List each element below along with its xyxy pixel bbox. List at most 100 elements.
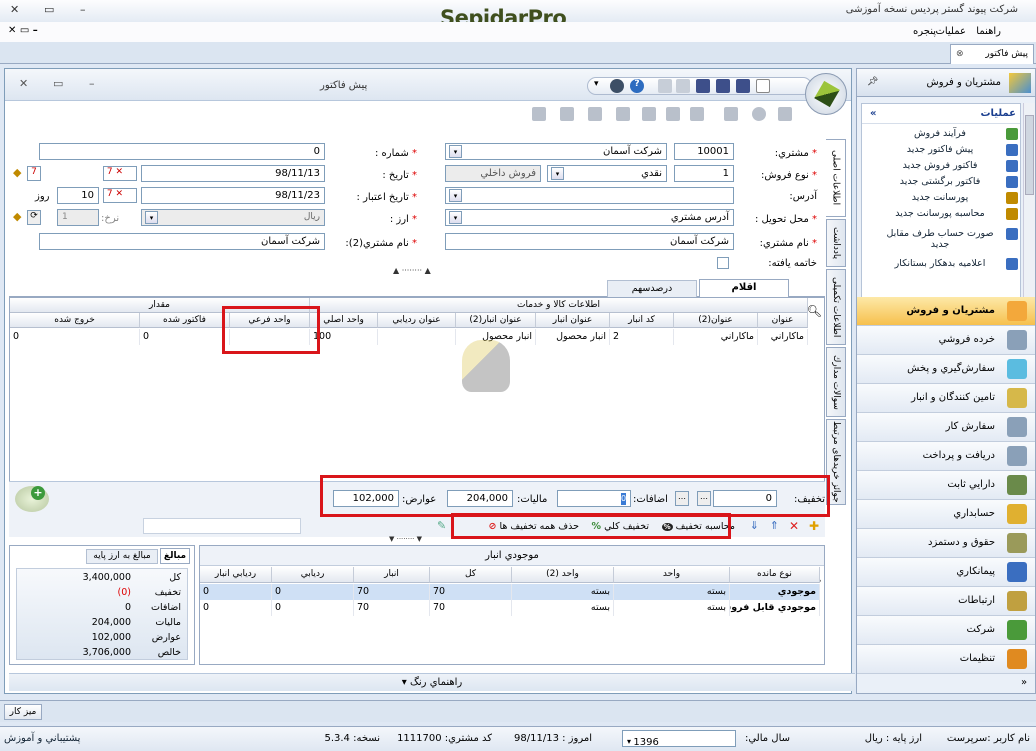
close-icon[interactable]: ✕: [10, 3, 19, 16]
stock-cell[interactable]: موجودي: [730, 584, 820, 600]
expand-icon[interactable]: »: [1021, 677, 1027, 688]
grid-cell[interactable]: 0: [10, 329, 140, 345]
grid-cell[interactable]: ماکاراني: [674, 329, 758, 345]
next-record-icon[interactable]: [588, 107, 602, 121]
customer-code-input[interactable]: 10001: [674, 143, 734, 160]
grid-header-1[interactable]: عنوان(2): [674, 313, 758, 328]
grid-header-6[interactable]: واحد اصلي: [310, 313, 378, 328]
delete-icon[interactable]: [752, 107, 766, 121]
sale-type-code-input[interactable]: 1: [674, 165, 734, 182]
stock-header-1[interactable]: واحد: [614, 567, 730, 583]
help-icon[interactable]: ?: [630, 79, 644, 93]
close-icon[interactable]: ✕: [19, 77, 28, 90]
sidebar-item-1[interactable]: خرده فروشي: [857, 326, 1035, 355]
date-input[interactable]: 98/11/13: [141, 165, 325, 182]
chevron-down-icon[interactable]: ▾: [145, 211, 158, 224]
chevron-up-icon[interactable]: »: [862, 108, 876, 119]
chevron-down-icon[interactable]: ▾: [449, 211, 462, 224]
document-tab[interactable]: پیش فاکتور ⊗: [950, 44, 1034, 64]
sidebar-item-12[interactable]: تنظيمات: [857, 645, 1035, 674]
stock-cell[interactable]: 0: [200, 584, 272, 600]
stock-cell[interactable]: بسته: [614, 584, 730, 600]
list-icon[interactable]: [778, 107, 792, 121]
days-input[interactable]: 10: [57, 187, 99, 204]
stock-cell[interactable]: 70: [430, 584, 512, 600]
vertical-scrollbar[interactable]: [1023, 103, 1035, 301]
collapse-splitter[interactable]: ▼ ········ ▼: [389, 535, 422, 543]
stock-cell[interactable]: 70: [430, 600, 512, 616]
grid-cell[interactable]: 2: [610, 329, 674, 345]
move-down-icon[interactable]: ⇓: [750, 519, 759, 532]
stock-cell[interactable]: 0: [272, 600, 354, 616]
stock-header-5[interactable]: رديابي: [272, 567, 354, 583]
clock-icon[interactable]: [610, 79, 624, 93]
close-icon[interactable]: ⊗: [956, 49, 964, 59]
desk-button[interactable]: ميز كار: [4, 704, 42, 720]
sidebar-item-3[interactable]: تامين کنندگان و انبار: [857, 384, 1035, 413]
calendar-icon[interactable]: 7: [27, 166, 41, 181]
number-input[interactable]: 0: [39, 143, 325, 160]
operation-link[interactable]: صورت حساب طرف مقابل جديد: [880, 228, 1018, 250]
search-record-icon[interactable]: [666, 107, 680, 121]
grid-cell[interactable]: [378, 329, 456, 345]
sale-type-select[interactable]: نقدي: [547, 165, 667, 182]
closing-checkbox[interactable]: [717, 257, 729, 269]
menu-operations[interactable]: عمليات: [935, 26, 966, 37]
grid-cell[interactable]: انبار محصول: [536, 329, 610, 345]
stock-cell[interactable]: بسته: [512, 584, 614, 600]
support-link[interactable]: پشتيباني و آموزش: [4, 733, 80, 744]
stock-cell[interactable]: 0: [200, 600, 272, 616]
grid-header-3[interactable]: عنوان انبار: [536, 313, 610, 328]
stock-header-6[interactable]: رديابي انبار: [200, 567, 272, 583]
search-icon[interactable]: 🔍︎: [807, 304, 822, 318]
customer-name-input[interactable]: شرکت آسمان: [445, 143, 667, 160]
dropdown-icon[interactable]: ▾: [594, 79, 608, 93]
stock-header-4[interactable]: انبار: [354, 567, 430, 583]
delete-row-icon[interactable]: ✕: [789, 519, 799, 533]
collapse-splitter[interactable]: ▲ ········ ▲: [393, 266, 431, 275]
operation-link[interactable]: اعلاميه بدهکار بستانکار: [880, 258, 1018, 270]
chevron-down-icon[interactable]: ▾: [449, 145, 462, 158]
vtab-main-info[interactable]: اطلاعات اصلی: [826, 139, 846, 217]
sepidar-logo-icon[interactable]: [805, 73, 847, 115]
color-guide-bar[interactable]: راهنماي رنگ ▾: [9, 673, 855, 691]
new-record-icon[interactable]: [724, 107, 738, 121]
sidebar-item-8[interactable]: حقوق و دستمزد: [857, 529, 1035, 558]
fiscal-year-select[interactable]: ▾ 1396: [622, 730, 736, 748]
add-row-icon[interactable]: ✚: [809, 519, 819, 533]
operation-link[interactable]: فاکتور فروش جدید: [880, 160, 1018, 172]
copy-icon[interactable]: [676, 79, 690, 93]
restore-icon[interactable]: ▭: [44, 3, 54, 16]
grid-header-8[interactable]: فاكتور شده: [140, 313, 230, 328]
move-up-icon[interactable]: ⇑: [770, 519, 779, 532]
grid-header-4[interactable]: عنوان انبار(2): [456, 313, 536, 328]
stock-cell[interactable]: بسته: [512, 600, 614, 616]
grid-cell[interactable]: ماکاراني: [758, 329, 808, 345]
minimize-icon[interactable]: –: [89, 77, 95, 90]
currency-select[interactable]: ريال: [141, 209, 325, 226]
operation-link[interactable]: فرآيند فروش: [880, 128, 1018, 140]
save-close-icon[interactable]: [716, 79, 730, 93]
minimize-icon[interactable]: –: [80, 3, 86, 16]
discount-tag-icon[interactable]: ✎: [437, 519, 446, 532]
rate-input[interactable]: 1: [57, 209, 99, 226]
tab-percent[interactable]: درصدسهم: [607, 280, 697, 297]
add-cost-icon[interactable]: +: [15, 486, 49, 512]
address-input[interactable]: [445, 187, 734, 204]
stock-header-3[interactable]: کل: [430, 567, 512, 583]
valid-date-input[interactable]: 98/11/23: [141, 187, 325, 204]
print-icon[interactable]: [658, 79, 672, 93]
customer-name-field[interactable]: شرکت آسمان: [445, 233, 734, 250]
operation-link[interactable]: محاسبه پورسانت جديد: [880, 208, 1018, 220]
grid-header-5[interactable]: عنوان رديابي: [378, 313, 456, 328]
operation-link[interactable]: فاکتور برگشتی جدید: [880, 176, 1018, 188]
stock-cell[interactable]: موجودي قابل فروش: [730, 600, 820, 616]
calendar-clear-buttons[interactable]: 7 ✕: [103, 166, 137, 181]
menu-help[interactable]: راهنما: [976, 26, 1001, 37]
stock-header-0[interactable]: نوع مانده: [730, 567, 820, 583]
tab-base-currency[interactable]: مبالغ به ارز پايه: [86, 549, 158, 564]
chevron-down-icon[interactable]: ▾: [449, 189, 462, 202]
operation-link[interactable]: پورسانت جديد: [880, 192, 1018, 204]
calendar-clear-buttons[interactable]: 7 ✕: [103, 188, 137, 203]
last-record-icon[interactable]: [616, 107, 630, 121]
